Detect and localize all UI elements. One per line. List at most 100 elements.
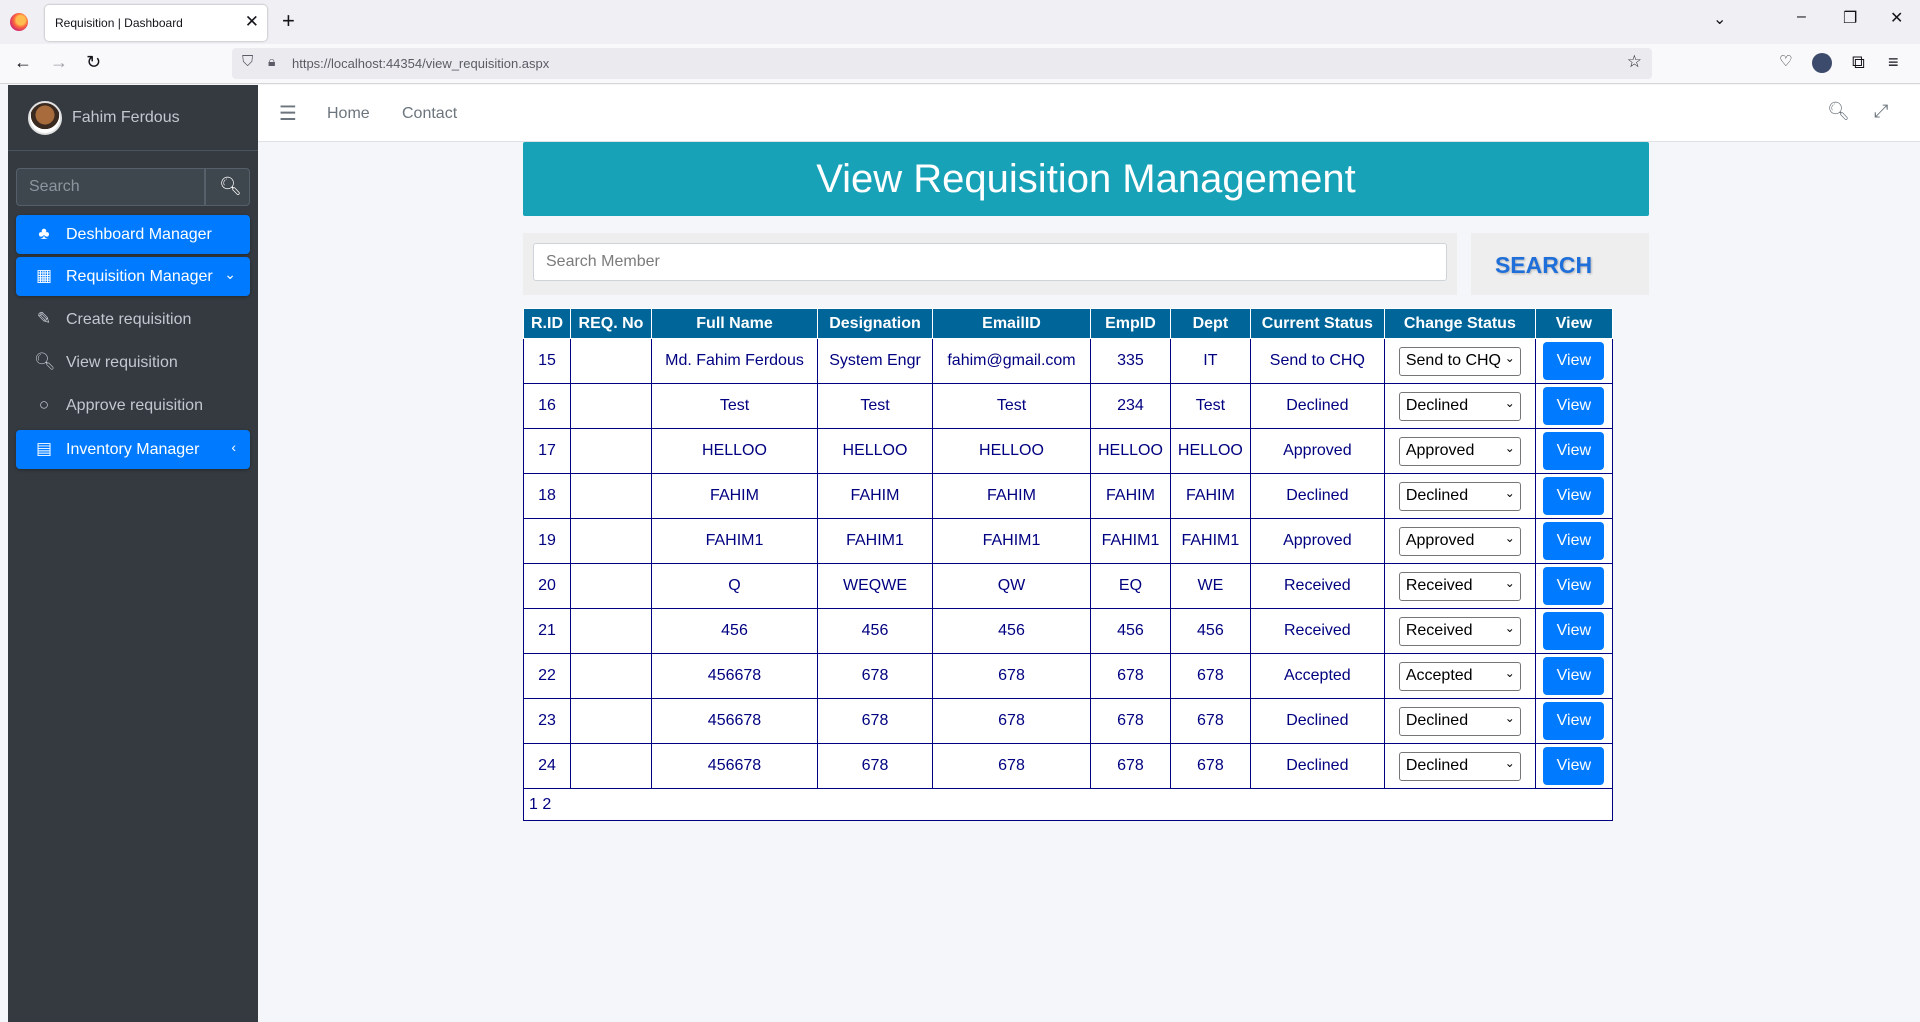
view-button[interactable]: View (1543, 477, 1605, 515)
req-no-cell (570, 698, 652, 744)
view-button[interactable]: View (1543, 702, 1605, 740)
pocket-icon[interactable]: ♡ (1779, 52, 1792, 70)
sidebar-item-view-requisition[interactable]: 🔍︎ View requisition (16, 343, 250, 382)
change-status-select[interactable]: Received ⌄ (1398, 571, 1521, 601)
nav-link-home[interactable]: Home (327, 105, 370, 123)
sidebar-item-dashboard-manager[interactable]: ♣ Deshboard Manager (16, 215, 250, 254)
sidebar-item-approve-requisition[interactable]: ○ Approve requisition (16, 386, 250, 425)
reload-icon[interactable]: ↻ (86, 52, 101, 73)
search-member-input[interactable] (533, 243, 1447, 281)
page-header: View Requisition Management (523, 142, 1649, 216)
change-status-cell: Declined ⌄ (1383, 473, 1536, 519)
search-icon: 🔍︎ (34, 352, 56, 371)
sidebar-search-input[interactable] (16, 168, 205, 206)
change-status-select[interactable]: Approved ⌄ (1398, 526, 1521, 556)
change-status-select[interactable]: Declined ⌄ (1398, 706, 1521, 736)
table-row: 21 456 456 456 456 456 Received Received… (523, 608, 1613, 654)
new-tab-icon[interactable]: + (282, 8, 295, 34)
table-row: 17 HELLOO HELLOO HELLOO HELLOO HELLOO Ap… (523, 428, 1613, 474)
email-cell: Test (932, 383, 1091, 429)
select-value: Received (1405, 621, 1473, 639)
user-panel[interactable]: Fahim Ferdous (8, 85, 258, 151)
forward-arrow-icon[interactable]: → (50, 52, 68, 73)
view-cell: View (1534, 518, 1613, 564)
table-row: 19 FAHIM1 FAHIM1 FAHIM1 FAHIM1 FAHIM1 Ap… (523, 518, 1613, 564)
hamburger-menu-icon[interactable]: ☰ (279, 101, 297, 126)
change-status-select[interactable]: Declined ⌄ (1398, 391, 1521, 421)
change-status-select[interactable]: Declined ⌄ (1398, 751, 1521, 781)
empid-cell: 678 (1090, 743, 1171, 789)
email-cell: 678 (932, 743, 1091, 789)
view-button[interactable]: View (1543, 342, 1605, 380)
view-button[interactable]: View (1543, 522, 1605, 560)
bookmark-star-icon[interactable]: ☆ (1627, 52, 1642, 72)
current-status-cell: Received (1249, 608, 1385, 654)
rid-cell: 24 (523, 743, 571, 789)
extensions-icon[interactable]: ⧉ (1852, 52, 1865, 73)
avatar[interactable] (28, 101, 62, 135)
fullscreen-icon[interactable]: ⤢ (1874, 101, 1888, 122)
email-cell: 456 (932, 608, 1091, 654)
req-no-cell (570, 518, 652, 564)
change-status-select[interactable]: Accepted ⌄ (1398, 661, 1521, 691)
view-button[interactable]: View (1543, 747, 1605, 785)
back-arrow-icon[interactable]: ← (14, 52, 32, 73)
view-button[interactable]: View (1543, 612, 1605, 650)
select-value: Accepted (1405, 666, 1473, 684)
empid-cell: 456 (1090, 608, 1171, 654)
pager[interactable]: 1 2 (523, 788, 1613, 821)
rid-cell: 15 (523, 338, 571, 384)
email-cell: HELLOO (932, 428, 1091, 474)
chevron-down-icon: ⌄ (1504, 350, 1515, 365)
nav-link-contact[interactable]: Contact (402, 105, 457, 123)
current-status-cell: Declined (1249, 698, 1385, 744)
change-status-select[interactable]: Received ⌄ (1398, 616, 1521, 646)
sidebar-item-create-requisition[interactable]: ✎ Create requisition (16, 300, 250, 339)
full-name-cell: FAHIM (651, 473, 818, 519)
empid-cell: FAHIM (1090, 473, 1171, 519)
view-button[interactable]: View (1543, 657, 1605, 695)
sidebar-search-button[interactable]: 🔍︎ (205, 168, 250, 206)
email-cell: FAHIM1 (932, 518, 1091, 564)
edit-icon: ✎ (36, 309, 52, 328)
designation-cell: FAHIM1 (817, 518, 933, 564)
close-icon[interactable]: ✕ (245, 12, 259, 32)
current-status-cell: Received (1249, 563, 1385, 609)
chevron-down-icon: ⌄ (1504, 710, 1515, 725)
url-bar[interactable]: ⛉ 🔒︎ https://localhost:44354/view_requis… (232, 48, 1652, 79)
view-button[interactable]: View (1543, 387, 1605, 425)
sidebar-item-requisition-manager[interactable]: ▦ Requisition Manager ⌄ (16, 257, 250, 296)
browser-tab-bar: Requisition | Dashboard ✕ + ⌄ – ❐ ✕ (0, 0, 1920, 44)
browser-tab[interactable]: Requisition | Dashboard ✕ (45, 5, 267, 41)
chevron-down-icon: ⌄ (1504, 530, 1515, 545)
table-row: 18 FAHIM FAHIM FAHIM FAHIM FAHIM Decline… (523, 473, 1613, 519)
window-close-icon[interactable]: ✕ (1890, 8, 1903, 28)
change-status-select[interactable]: Send to CHQ ⌄ (1398, 346, 1521, 376)
tree-icon: ♣ (38, 224, 50, 243)
lock-icon[interactable]: 🔒︎ (268, 53, 275, 70)
current-status-cell: Declined (1249, 383, 1385, 429)
change-status-select[interactable]: Approved ⌄ (1398, 436, 1521, 466)
user-name[interactable]: Fahim Ferdous (72, 109, 180, 127)
chevron-down-icon[interactable]: ⌄ (1713, 9, 1726, 29)
search-icon[interactable]: 🔍︎ (1827, 101, 1850, 122)
shield-icon[interactable]: ⛉ (242, 53, 253, 70)
sidebar-item-label: Create requisition (66, 311, 192, 328)
select-value: Declined (1405, 486, 1469, 504)
sidebar-item-inventory-manager[interactable]: ▤ Inventory Manager ‹ (16, 430, 250, 469)
current-status-cell: Declined (1249, 473, 1385, 519)
minimize-icon[interactable]: – (1797, 8, 1806, 26)
search-button[interactable]: SEARCH (1471, 233, 1649, 295)
empid-cell: 335 (1090, 338, 1171, 384)
rid-cell: 17 (523, 428, 571, 474)
table-icon: ▤ (35, 439, 53, 458)
account-avatar[interactable] (1812, 53, 1832, 73)
sidebar-search: 🔍︎ (16, 168, 250, 206)
change-status-select[interactable]: Declined ⌄ (1398, 481, 1521, 511)
url-text[interactable]: https://localhost:44354/view_requisition… (292, 56, 549, 71)
menu-icon[interactable]: ≡ (1888, 52, 1899, 73)
view-button[interactable]: View (1543, 567, 1605, 605)
view-button[interactable]: View (1543, 432, 1605, 470)
designation-cell: 678 (817, 698, 933, 744)
restore-icon[interactable]: ❐ (1843, 8, 1857, 28)
